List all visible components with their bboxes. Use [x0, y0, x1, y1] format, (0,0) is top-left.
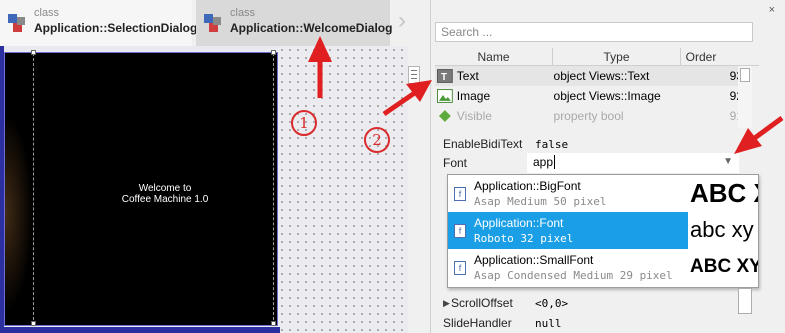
resize-handle[interactable] — [271, 321, 276, 326]
member-row-image[interactable]: Image object Views::Image 92 — [435, 86, 743, 106]
class-icon — [8, 14, 25, 32]
chevron-down-icon[interactable]: ▼ — [723, 156, 733, 167]
member-name: Text — [456, 69, 479, 83]
resize-handle[interactable] — [271, 50, 276, 55]
expand-icon[interactable]: ▶ — [435, 298, 450, 309]
member-type: property bool — [553, 109, 624, 123]
font-input[interactable]: app ▼ — [527, 153, 739, 173]
property-name: EnableBidiText — [443, 137, 523, 151]
welcome-text[interactable]: Welcome to Coffee Machine 1.0 — [65, 183, 265, 205]
text-object-icon: T — [437, 69, 453, 83]
font-option[interactable]: f Application::SmallFont Asap Condensed … — [448, 249, 688, 286]
chevron-right-icon[interactable]: › — [398, 8, 422, 34]
image-object-icon — [437, 89, 453, 103]
font-icon: f — [454, 261, 466, 275]
tab-kind: class — [230, 7, 256, 19]
font-option-name: Application::Font — [474, 216, 564, 230]
selection-guide — [273, 53, 274, 325]
font-dropdown-list[interactable]: f Application::BigFont Asap Medium 50 pi… — [447, 174, 759, 288]
column-order[interactable]: Order — [681, 48, 721, 65]
font-option-desc: Asap Medium 50 pixel — [474, 195, 607, 208]
font-icon: f — [454, 224, 466, 238]
tab-selection-dialog[interactable]: class Application::SelectionDialog — [0, 0, 198, 46]
canvas-grid — [278, 46, 408, 333]
font-input-value: app — [533, 155, 554, 169]
font-preview: ABC XYZ — [690, 256, 758, 277]
selection-guide — [33, 53, 34, 325]
welcome-dialog-preview[interactable]: Welcome to Coffee Machine 1.0 — [4, 50, 278, 326]
font-option-name: Application::SmallFont — [474, 253, 594, 267]
annotation-marker-1: 1 — [291, 110, 317, 136]
properties-scrollbar[interactable] — [738, 288, 752, 314]
font-option[interactable]: f Application::BigFont Asap Medium 50 pi… — [448, 175, 688, 212]
property-value[interactable]: <0,0> — [527, 297, 568, 310]
property-name: SlideHandler — [443, 316, 512, 330]
member-row-visible[interactable]: Visible property bool 91 — [435, 106, 743, 126]
font-option-desc: Roboto 32 pixel — [474, 232, 574, 245]
member-row-text[interactable]: T Text object Views::Text 93 — [435, 66, 743, 86]
tab-title: Application::WelcomeDialog — [230, 21, 393, 35]
property-name: ScrollOffset — [451, 296, 513, 310]
property-slide-handler[interactable]: SlideHandler null — [435, 313, 755, 333]
font-option-selected[interactable]: f Application::Font Roboto 32 pixel — [448, 212, 688, 249]
search-input[interactable]: Search ... — [435, 22, 753, 42]
property-enable-bidi-text[interactable]: EnableBidiText false — [435, 134, 755, 154]
inspector-panel: × Search ... Name Type Order T Text obje… — [430, 0, 785, 333]
font-option-desc: Asap Condensed Medium 29 pixel — [474, 269, 673, 282]
font-preview: abc xy — [690, 217, 754, 242]
property-value[interactable]: null — [527, 317, 562, 330]
property-icon — [438, 110, 451, 122]
member-name: Visible — [456, 109, 492, 123]
tab-title: Application::SelectionDialog — [34, 21, 198, 35]
svg-text:T: T — [441, 72, 447, 83]
resize-handle[interactable] — [31, 321, 36, 326]
font-preview: ABC X — [690, 178, 758, 208]
property-value[interactable]: false — [527, 138, 568, 151]
font-icon: f — [454, 187, 466, 201]
member-type: object Views::Text — [553, 69, 650, 83]
members-scrollbar[interactable] — [738, 66, 752, 128]
column-type[interactable]: Type — [553, 48, 681, 65]
design-canvas[interactable]: Welcome to Coffee Machine 1.0 — [0, 46, 408, 333]
members-header: Name Type Order — [435, 48, 759, 66]
member-name: Image — [456, 89, 491, 103]
property-scroll-offset[interactable]: ▶ ScrollOffset <0,0> — [435, 293, 755, 313]
resize-handle[interactable] — [31, 50, 36, 55]
property-name: Font — [443, 156, 468, 170]
member-type: object Views::Image — [553, 89, 661, 103]
canvas-border — [4, 327, 280, 333]
editor-window: class Application::SelectionDialog class… — [0, 0, 785, 333]
tab-welcome-dialog[interactable]: class Application::WelcomeDialog — [196, 0, 393, 46]
canvas-scroll-handle[interactable] — [408, 66, 420, 84]
background-image — [5, 113, 33, 313]
class-icon — [204, 14, 221, 32]
tab-kind: class — [34, 7, 60, 19]
column-name[interactable]: Name — [435, 48, 553, 65]
annotation-marker-2: 2 — [364, 127, 390, 153]
close-icon[interactable]: × — [769, 4, 775, 16]
font-option-name: Application::BigFont — [474, 179, 581, 193]
